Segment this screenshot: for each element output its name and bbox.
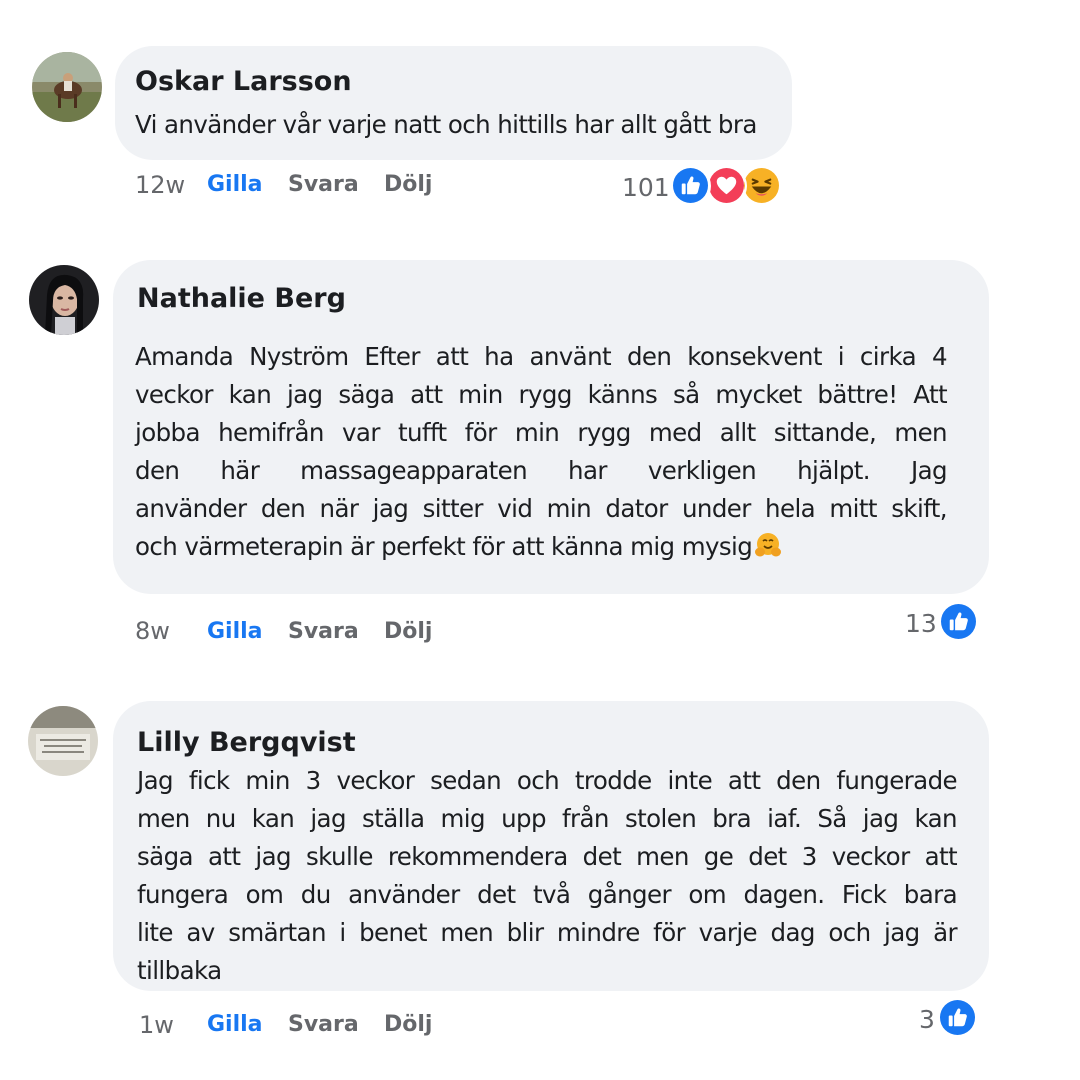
comment-author[interactable]: Lilly Bergqvist (137, 727, 356, 758)
reply-button[interactable]: Svara (288, 619, 359, 644)
hide-button[interactable]: Dölj (384, 172, 432, 197)
avatar[interactable] (29, 265, 99, 335)
avatar[interactable] (32, 52, 102, 122)
comment-time[interactable]: 12w (135, 171, 185, 199)
like-button[interactable]: Gilla (207, 1012, 263, 1037)
hugging-face-emoji (755, 533, 782, 557)
comment-text: Amanda Nyström Efter att ha använt den k… (135, 338, 948, 566)
comment-line: Amanda Nyström Efter att ha använt den k… (135, 342, 948, 371)
comment-line: och värmeterapin är perfekt för att känn… (135, 532, 753, 561)
comment-text: Jag fick min 3 veckor sedan och trodde i… (137, 762, 958, 990)
comment-author[interactable]: Oskar Larsson (135, 66, 352, 97)
comment-line: Jag fick min 3 veckor sedan och trodde i… (137, 766, 958, 795)
hide-button[interactable]: Dölj (384, 619, 432, 644)
comment-line: jobba hemifrån var tufft för min rygg me… (135, 418, 948, 447)
comment-line: men nu kan jag ställa mig upp från stole… (137, 804, 958, 833)
like-button[interactable]: Gilla (207, 619, 263, 644)
comment-line: tillbaka (137, 956, 222, 985)
comment-line: Vi använder vår varje natt och hittills … (135, 110, 757, 139)
comment-line: den här massageapparaten har verkligen h… (135, 456, 948, 485)
comment-line: använder den när jag sitter vid min dato… (135, 494, 948, 523)
comment-line-last: och värmeterapin är perfekt för att känn… (135, 528, 947, 566)
like-icon[interactable] (938, 998, 978, 1038)
reply-button[interactable]: Svara (288, 1012, 359, 1037)
like-icon[interactable] (671, 166, 711, 206)
comment-line: veckor kan jag säga att min rygg känns s… (135, 380, 948, 409)
like-icon[interactable] (939, 602, 979, 642)
comment-line: fungera om du använder det två gånger om… (137, 880, 958, 909)
reaction-count[interactable]: 13 (905, 609, 937, 638)
comment-time[interactable]: 8w (135, 617, 170, 645)
like-button[interactable]: Gilla (207, 172, 263, 197)
comment-time[interactable]: 1w (139, 1011, 174, 1039)
avatar[interactable] (28, 706, 98, 776)
reply-button[interactable]: Svara (288, 172, 359, 197)
comment-text: Vi använder vår varje natt och hittills … (135, 106, 757, 144)
comment-author[interactable]: Nathalie Berg (137, 283, 346, 314)
love-icon[interactable] (707, 166, 747, 206)
reaction-count[interactable]: 101 (622, 173, 670, 202)
comment-line: lite av smärtan i benet men blir mindre … (137, 918, 958, 947)
hide-button[interactable]: Dölj (384, 1012, 432, 1037)
comment-line: säga att jag skulle rekommendera det men… (137, 842, 958, 871)
reaction-count[interactable]: 3 (919, 1005, 935, 1034)
haha-icon[interactable] (742, 166, 782, 206)
